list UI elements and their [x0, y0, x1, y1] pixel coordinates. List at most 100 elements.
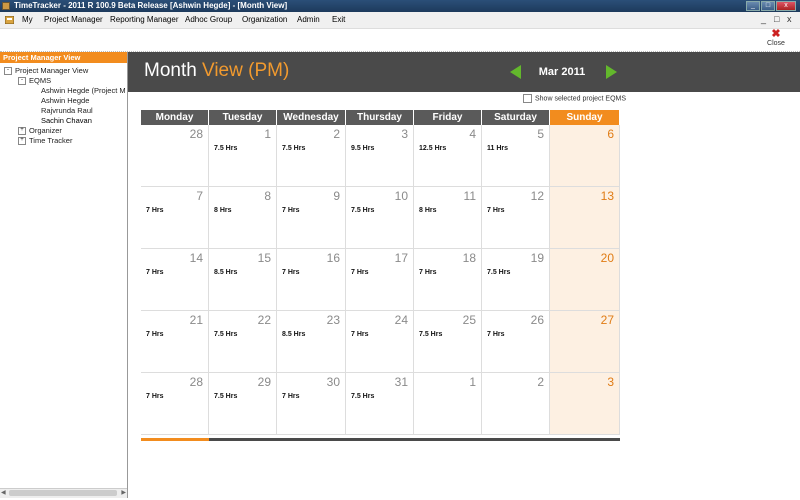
logged-hours: 7.5 Hrs: [214, 393, 238, 400]
day-number: 17: [394, 251, 408, 265]
day-number: 10: [394, 189, 408, 203]
close-view-button[interactable]: ✖ Close: [764, 29, 788, 51]
menu-reporting-manager[interactable]: Reporting Manager: [110, 12, 178, 28]
menu-adhoc-group[interactable]: Adhoc Group: [185, 12, 232, 28]
calendar-day-cell[interactable]: 19 7.5 Hrs: [482, 249, 550, 311]
scroll-thumb[interactable]: [9, 490, 117, 496]
month-view-header: Month View (PM) Mar 2011: [128, 52, 800, 92]
menu-project-manager[interactable]: Project Manager: [44, 12, 103, 28]
window-title: TimeTracker - 2011 R 100.9 Beta Release …: [14, 1, 288, 10]
close-label: Close: [767, 40, 785, 47]
calendar-day-cell[interactable]: 3: [550, 373, 620, 435]
calendar-day-cell[interactable]: 17 7 Hrs: [346, 249, 414, 311]
tree-node-project-manager-view[interactable]: - Project Manager View: [4, 66, 88, 76]
checkbox[interactable]: [523, 94, 532, 103]
calendar-day-cell[interactable]: 7 7 Hrs: [141, 187, 209, 249]
tree-node-user[interactable]: Rajvrunda Raul: [41, 106, 93, 116]
calendar-day-cell[interactable]: 29 7.5 Hrs: [209, 373, 277, 435]
maximize-button[interactable]: □: [761, 1, 775, 11]
calendar-day-cell[interactable]: 26 7 Hrs: [482, 311, 550, 373]
logged-hours: 7.5 Hrs: [214, 145, 238, 152]
calendar-day-cell[interactable]: 5 11 Hrs: [482, 125, 550, 187]
calendar-day-cell[interactable]: 24 7 Hrs: [346, 311, 414, 373]
day-number: 5: [537, 127, 544, 141]
calendar-day-cell[interactable]: 2: [482, 373, 550, 435]
view-title-accent: View (PM): [202, 60, 290, 81]
calendar-day-cell[interactable]: 23 8.5 Hrs: [277, 311, 346, 373]
logged-hours: 7 Hrs: [146, 207, 164, 214]
calendar-day-cell[interactable]: 1: [414, 373, 482, 435]
day-number: 2: [537, 375, 544, 389]
day-number: 3: [607, 375, 614, 389]
calendar-day-cell[interactable]: 12 7 Hrs: [482, 187, 550, 249]
calendar-day-cell[interactable]: 27: [550, 311, 620, 373]
view-title-main: Month: [144, 60, 197, 81]
calendar-day-cell[interactable]: 14 7 Hrs: [141, 249, 209, 311]
close-window-button[interactable]: x: [776, 1, 796, 11]
calendar-day-cell[interactable]: 1 7.5 Hrs: [209, 125, 277, 187]
tree-node-eqms[interactable]: - EQMS: [18, 76, 51, 86]
calendar-day-cell[interactable]: 11 8 Hrs: [414, 187, 482, 249]
mdi-close-button[interactable]: x: [787, 14, 792, 24]
collapse-icon[interactable]: -: [18, 77, 26, 86]
logged-hours: 7.5 Hrs: [282, 145, 306, 152]
mdi-restore-button[interactable]: □: [774, 14, 779, 24]
calendar-day-cell[interactable]: 28 7 Hrs: [141, 373, 209, 435]
calendar-day-cell[interactable]: 2 7.5 Hrs: [277, 125, 346, 187]
calendar-day-cell[interactable]: 20: [550, 249, 620, 311]
tree-node-user[interactable]: Sachin Chavan: [41, 116, 92, 126]
calendar-day-cell[interactable]: 13: [550, 187, 620, 249]
menu-my[interactable]: My: [22, 12, 33, 28]
calendar-day-cell[interactable]: 31 7.5 Hrs: [346, 373, 414, 435]
day-number: 8: [264, 189, 271, 203]
title-bar: TimeTracker - 2011 R 100.9 Beta Release …: [0, 0, 800, 12]
tree-node-user[interactable]: Ashwin Hegde: [41, 96, 89, 106]
minimize-button[interactable]: _: [746, 1, 760, 11]
calendar-footer-accent: [141, 438, 209, 441]
calendar-day-cell[interactable]: 4 12.5 Hrs: [414, 125, 482, 187]
tree-node-time-tracker[interactable]: + Time Tracker: [18, 136, 72, 146]
day-header-sunday: Sunday: [550, 110, 620, 125]
menu-admin[interactable]: Admin: [297, 12, 320, 28]
logged-hours: 7.5 Hrs: [351, 393, 375, 400]
day-number: 28: [189, 375, 203, 389]
tree-node-user[interactable]: Ashwin Hegde (Project M: [41, 86, 126, 96]
calendar-day-cell[interactable]: 10 7.5 Hrs: [346, 187, 414, 249]
calendar-day-cell[interactable]: 9 7 Hrs: [277, 187, 346, 249]
show-selected-project-toggle[interactable]: Show selected project EQMS: [523, 94, 626, 103]
next-month-icon[interactable]: [606, 65, 617, 79]
collapse-icon[interactable]: -: [4, 67, 12, 76]
expand-icon[interactable]: +: [18, 127, 26, 136]
expand-icon[interactable]: +: [18, 137, 26, 146]
mdi-minimize-button[interactable]: _: [761, 14, 766, 24]
day-number: 7: [196, 189, 203, 203]
horizontal-scrollbar[interactable]: ◀ ▶: [0, 488, 127, 498]
menu-bar: My Project Manager Reporting Manager Adh…: [0, 12, 800, 29]
calendar-day-cell[interactable]: 25 7.5 Hrs: [414, 311, 482, 373]
calendar-day-cell[interactable]: 8 8 Hrs: [209, 187, 277, 249]
tree-node-organizer[interactable]: + Organizer: [18, 126, 62, 136]
calendar-day-cell[interactable]: 18 7 Hrs: [414, 249, 482, 311]
left-panel: Project Manager View - Project Manager Vi…: [0, 52, 128, 498]
day-number: 19: [530, 251, 544, 265]
scroll-left-icon[interactable]: ◀: [1, 489, 6, 496]
logged-hours: 7.5 Hrs: [487, 269, 511, 276]
calendar-day-cell[interactable]: 16 7 Hrs: [277, 249, 346, 311]
day-header-tuesday: Tuesday: [209, 110, 277, 125]
day-number: 12: [530, 189, 544, 203]
calendar-day-cell[interactable]: 6: [550, 125, 620, 187]
calendar-day-cell[interactable]: 22 7.5 Hrs: [209, 311, 277, 373]
calendar-day-cell[interactable]: 21 7 Hrs: [141, 311, 209, 373]
calendar-day-cell[interactable]: 28: [141, 125, 209, 187]
logged-hours: 8 Hrs: [419, 207, 437, 214]
calendar-day-cell[interactable]: 15 8.5 Hrs: [209, 249, 277, 311]
logged-hours: 7.5 Hrs: [419, 331, 443, 338]
calendar-day-cell[interactable]: 30 7 Hrs: [277, 373, 346, 435]
calendar-day-cell[interactable]: 3 9.5 Hrs: [346, 125, 414, 187]
checkbox-label: Show selected project EQMS: [535, 95, 627, 103]
previous-month-icon[interactable]: [510, 65, 521, 79]
menu-organization[interactable]: Organization: [242, 12, 287, 28]
scroll-right-icon[interactable]: ▶: [121, 489, 126, 496]
system-menu-icon[interactable]: [5, 16, 14, 24]
menu-exit[interactable]: Exit: [332, 12, 345, 28]
